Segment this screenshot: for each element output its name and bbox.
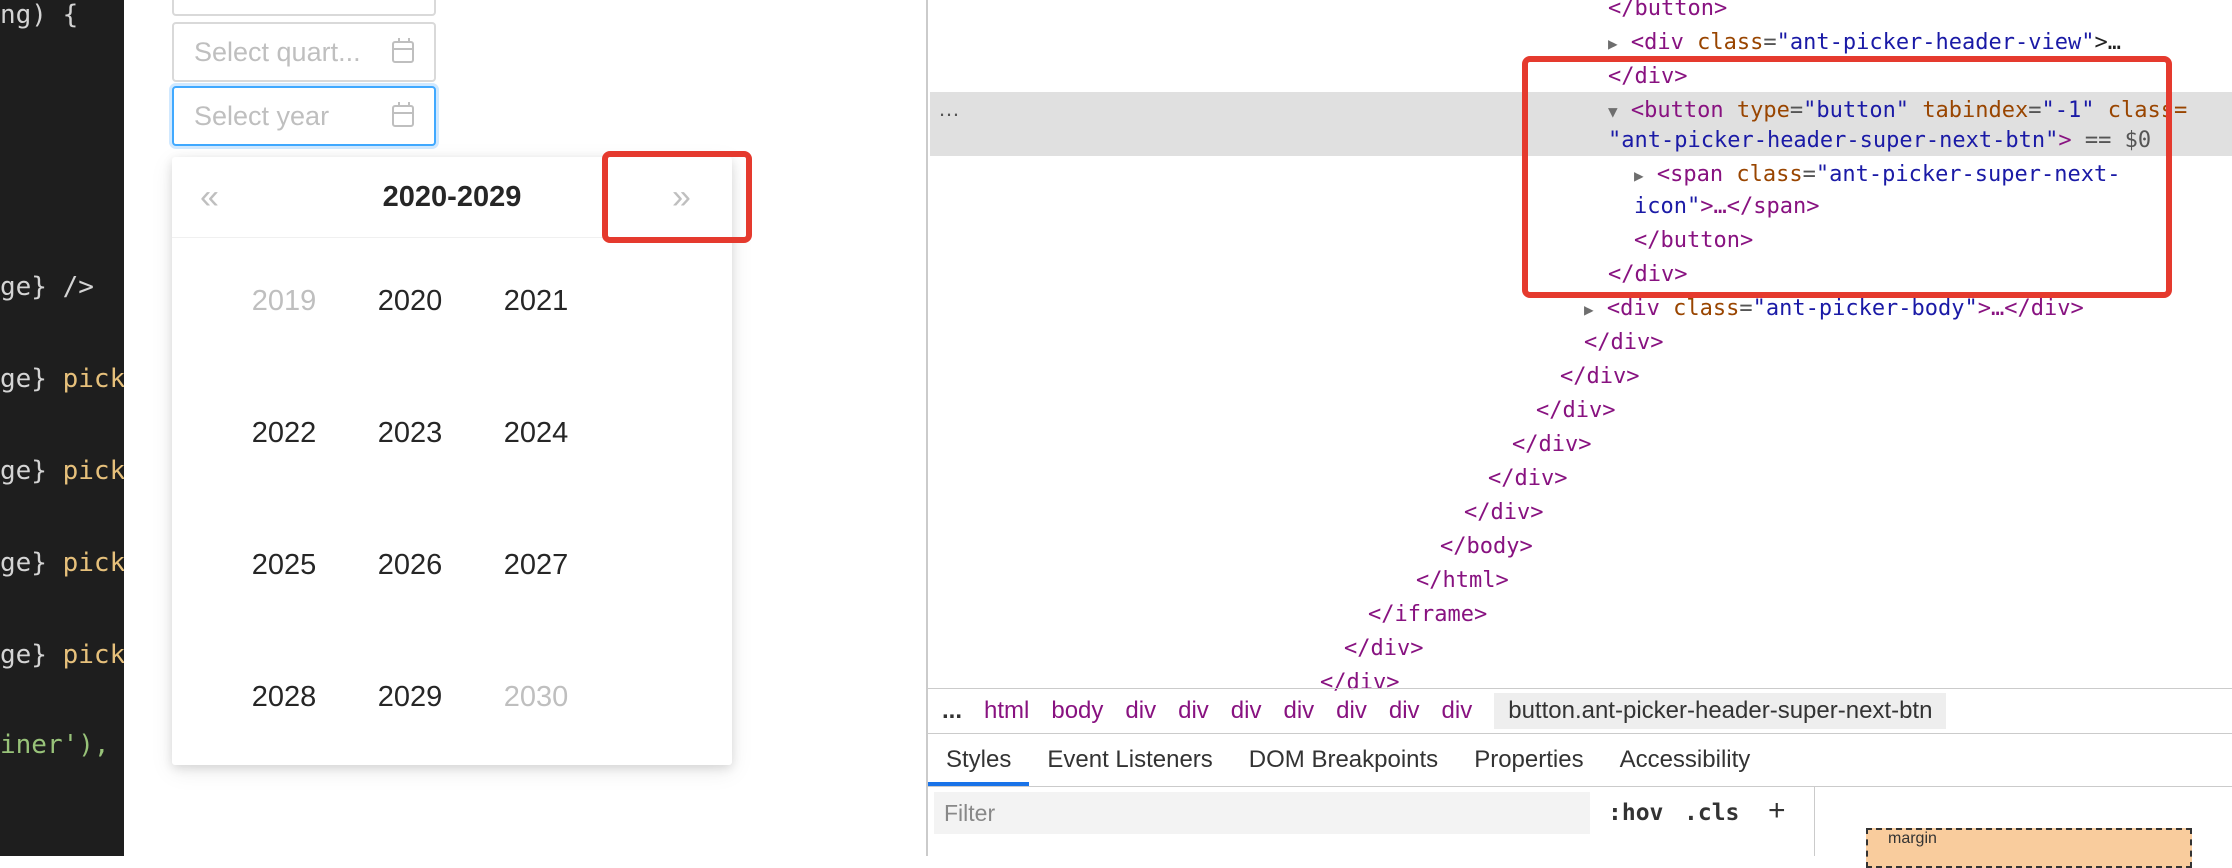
code-line: ng) { (0, 0, 79, 30)
box-model-margin: margin (1866, 828, 2192, 868)
cls-toggle[interactable]: .cls (1684, 800, 1739, 826)
quarter-picker-input[interactable]: Select quart... (172, 22, 436, 82)
filter-input[interactable]: Filter (934, 792, 1590, 834)
code-line: ge} pick (0, 548, 124, 578)
preview-pane: Select quart... Select year « 2020-2029 … (124, 0, 926, 856)
dom-line[interactable]: </div> (1512, 430, 1591, 460)
code-editor-strip: ng) { ge} /> ge} pick ge} pick ge} pick … (0, 0, 124, 856)
year-cell[interactable]: 2019 (224, 281, 344, 321)
year-cell[interactable]: 2030 (476, 677, 596, 717)
breadcrumb-item[interactable]: div (1283, 697, 1314, 725)
dom-line[interactable]: </div> (1344, 634, 1423, 664)
highlight-box-next-button (602, 151, 752, 243)
dom-line[interactable]: </div> (1488, 464, 1567, 494)
breadcrumb-item[interactable]: body (1051, 697, 1103, 725)
dom-line[interactable]: </iframe> (1368, 600, 1487, 630)
year-cell[interactable]: 2021 (476, 281, 596, 321)
breadcrumb-item[interactable]: div (1231, 697, 1262, 725)
year-cell[interactable]: 2020 (350, 281, 470, 321)
code-line: ge} pick (0, 364, 124, 394)
year-cell[interactable]: 2027 (476, 545, 596, 585)
styles-toolbar: Filter :hov .cls + margin (928, 786, 2232, 868)
expand-triangle-icon[interactable]: ▶ (1584, 300, 1594, 319)
breadcrumb: ... html body div div div div div div di… (928, 688, 2232, 733)
breadcrumb-ellipsis[interactable]: ... (942, 697, 962, 725)
code-line: ge} pick (0, 456, 124, 486)
tab-styles[interactable]: Styles (928, 746, 1030, 786)
breadcrumb-item[interactable]: div (1442, 697, 1473, 725)
code-line: ge} pick (0, 640, 124, 670)
year-cell[interactable]: 2025 (224, 545, 344, 585)
tab-properties[interactable]: Properties (1456, 746, 1601, 786)
year-cell[interactable]: 2022 (224, 413, 344, 453)
dom-line[interactable]: ▶ <div class="ant-picker-body">…</div> (1584, 294, 2084, 325)
calendar-icon (392, 38, 414, 63)
breadcrumb-current[interactable]: button.ant-picker-header-super-next-btn (1494, 693, 1947, 729)
highlight-box-dom (1522, 56, 2172, 298)
breadcrumb-item[interactable]: html (984, 697, 1029, 725)
year-picker-input[interactable]: Select year (172, 86, 436, 146)
node-menu-dots[interactable]: … (938, 96, 960, 122)
dom-line[interactable]: </div> (1584, 328, 1663, 358)
dom-line[interactable]: </html> (1416, 566, 1509, 596)
year-cell[interactable]: 2024 (476, 413, 596, 453)
year-cell[interactable]: 2028 (224, 677, 344, 717)
tab-dom-breakpoints[interactable]: DOM Breakpoints (1231, 746, 1456, 786)
expand-triangle-icon[interactable]: ▶ (1608, 34, 1618, 53)
code-line: iner'), (0, 730, 110, 760)
tab-accessibility[interactable]: Accessibility (1602, 746, 1769, 786)
dom-line[interactable]: ▶ <div class="ant-picker-header-view">… (1608, 28, 2121, 59)
dom-line[interactable]: </body> (1440, 532, 1533, 562)
devtools-tabs: Styles Event Listeners DOM Breakpoints P… (928, 733, 2232, 787)
devtools-panel: … </button> ▶ <div class="ant-picker-hea… (926, 0, 2232, 868)
dom-line[interactable]: </div> (1536, 396, 1615, 426)
breadcrumb-item[interactable]: div (1336, 697, 1367, 725)
new-rule-button[interactable]: + (1768, 794, 1786, 828)
divider (1814, 786, 1815, 856)
year-picker-panel: « 2020-2029 » 2019 2020 2021 2022 2023 2024 20… (172, 157, 732, 765)
code-line: ge} /> (0, 272, 94, 302)
breadcrumb-item[interactable]: div (1389, 697, 1420, 725)
dom-line[interactable]: </div> (1560, 362, 1639, 392)
dom-line[interactable]: </button> (1608, 0, 1727, 24)
year-cell[interactable]: 2026 (350, 545, 470, 585)
quarter-placeholder: Select quart... (194, 36, 361, 67)
year-placeholder: Select year (194, 100, 330, 131)
picker-input-above[interactable] (172, 0, 436, 16)
breadcrumb-item[interactable]: div (1178, 697, 1209, 725)
year-cell[interactable]: 2029 (350, 677, 470, 717)
calendar-icon (392, 102, 414, 127)
breadcrumb-item[interactable]: div (1125, 697, 1156, 725)
tab-event-listeners[interactable]: Event Listeners (1029, 746, 1230, 786)
year-cell[interactable]: 2023 (350, 413, 470, 453)
hov-toggle[interactable]: :hov (1608, 800, 1663, 826)
dom-line[interactable]: </div> (1464, 498, 1543, 528)
